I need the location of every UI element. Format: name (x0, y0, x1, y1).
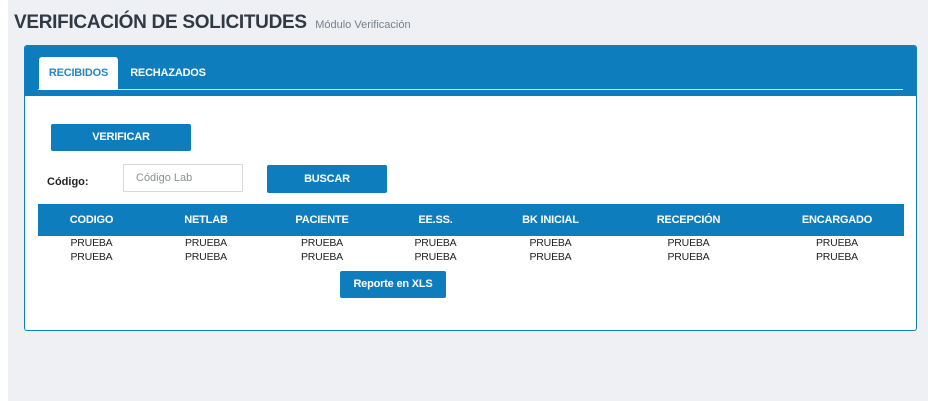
table-cell: PRUEBA (414, 237, 457, 249)
column-header-recepcion: RECEPCIÓN (656, 214, 721, 226)
table-cell: PRUEBA (185, 251, 227, 263)
verification-panel: RECIBIDOS RECHAZADOS VERIFICAR Código: B… (24, 45, 917, 331)
page-background: VERIFICACIÓN DE SOLICITUDES Módulo Verif… (8, 0, 928, 401)
table-cell: PRUEBA (414, 251, 457, 263)
page-title: VERIFICACIÓN DE SOLICITUDES (14, 12, 307, 33)
table-cell: PRUEBA (185, 237, 227, 249)
table-cell: PRUEBA (667, 237, 710, 249)
table-header: CODIGO NETLAB PACIENTE EE.SS. BK INICIAL… (38, 204, 904, 236)
table-cell: PRUEBA (70, 237, 113, 249)
table-cell: PRUEBA (301, 251, 343, 263)
table-cell: PRUEBA (70, 251, 113, 263)
column-header-netlab: NETLAB (184, 214, 228, 226)
column-header-encargado: ENCARGADO (801, 214, 873, 226)
table-cell: PRUEBA (816, 237, 858, 249)
column-header-paciente: PACIENTE (295, 214, 349, 226)
codigo-lab-input[interactable] (123, 164, 243, 192)
table-cell: PRUEBA (529, 251, 572, 263)
column-header-bk-inicial: BK INICIAL (522, 214, 579, 226)
column-header-codigo: CODIGO (69, 214, 114, 226)
table-row: PRUEBA PRUEBA PRUEBA PRUEBA PRUEBA PRUEB… (38, 236, 904, 250)
tab-recibidos[interactable]: RECIBIDOS (39, 57, 118, 90)
verificar-button[interactable]: VERIFICAR (51, 124, 191, 151)
column-header-eess: EE.SS. (418, 214, 453, 226)
results-table: CODIGO NETLAB PACIENTE EE.SS. BK INICIAL… (38, 204, 904, 264)
page-header: VERIFICACIÓN DE SOLICITUDES Módulo Verif… (14, 12, 411, 34)
table-cell: PRUEBA (301, 237, 343, 249)
tab-bar: RECIBIDOS RECHAZADOS (25, 46, 916, 96)
table-cell: PRUEBA (667, 251, 710, 263)
table-cell: PRUEBA (529, 237, 572, 249)
table-row: PRUEBA PRUEBA PRUEBA PRUEBA PRUEBA PRUEB… (38, 250, 904, 264)
buscar-button[interactable]: BUSCAR (267, 165, 387, 193)
tab-rechazados[interactable]: RECHAZADOS (122, 57, 214, 90)
table-cell: PRUEBA (816, 251, 858, 263)
reporte-xls-button[interactable]: Reporte en XLS (340, 271, 446, 298)
codigo-label: Código: (47, 176, 89, 188)
page-subtitle: Módulo Verificación (315, 19, 411, 31)
